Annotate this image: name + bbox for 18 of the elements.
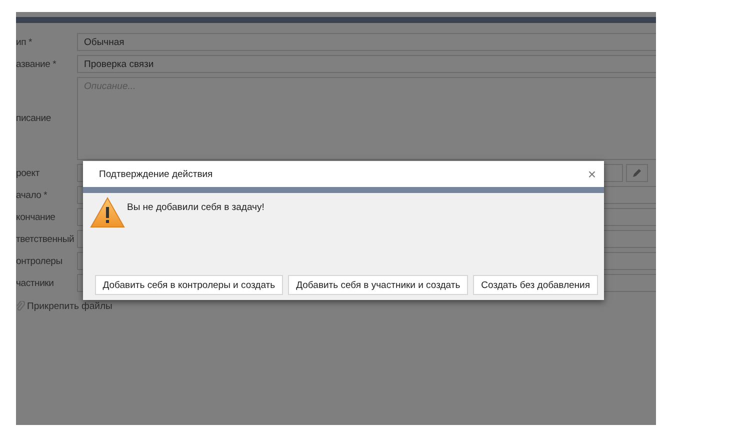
action-button[interactable]: Добавить себя в контролеры и создать: [94, 275, 284, 295]
dialog-title: Подтверждение действия: [99, 168, 213, 180]
close-button[interactable]: ×: [588, 167, 596, 181]
action-button[interactable]: Создать без добавления: [473, 275, 598, 295]
field-label: ачало *: [16, 188, 48, 202]
field-label: писание: [16, 112, 52, 126]
field-label: азвание *: [16, 58, 58, 72]
dialog-message: Вы не добавили себя в задачу!: [127, 201, 264, 215]
field-label: частники: [16, 276, 55, 290]
field-label: онтролеры: [16, 254, 64, 268]
field-label: ип *: [16, 36, 33, 50]
input-field[interactable]: Проверка связи: [77, 55, 656, 73]
field-label: кончание: [16, 210, 56, 224]
field-label: роект: [16, 166, 40, 180]
field-label: тветственный: [16, 232, 76, 246]
action-button[interactable]: Добавить себя в участники и создать: [288, 275, 468, 295]
attach-files-link[interactable]: Прикрепить файлы: [27, 301, 112, 312]
input-field[interactable]: Обычная: [77, 33, 656, 51]
